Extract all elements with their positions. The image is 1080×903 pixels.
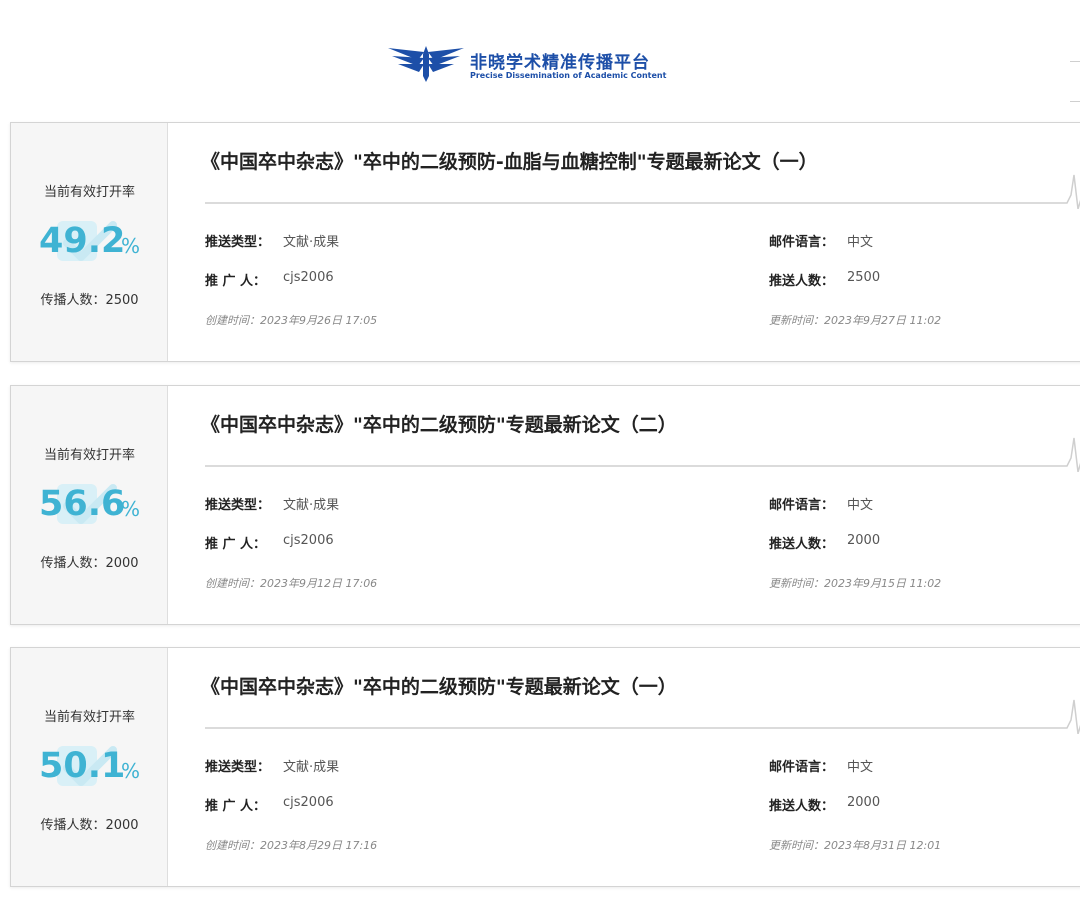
- promoter-value: cjs2006: [283, 795, 334, 810]
- open-rate-label: 当前有效打开率: [43, 185, 135, 200]
- push-type-value: 文献·成果: [283, 760, 340, 775]
- push-type-label: 推送类型：: [205, 235, 271, 250]
- wings-logo-icon: [388, 46, 464, 82]
- push-type-value: 文献·成果: [283, 235, 340, 250]
- divider: [1070, 101, 1080, 102]
- promoter-label: 推 广 人：: [205, 274, 267, 289]
- promoter-value: cjs2006: [283, 533, 334, 548]
- mail-language-label: 邮件语言：: [769, 235, 835, 250]
- created-time: 创建时间：2023年9月26日 17:05: [205, 314, 378, 327]
- updated-time: 更新时间：2023年9月27日 11:02: [769, 314, 942, 327]
- pulse-divider: [205, 699, 1080, 734]
- updated-time: 更新时间：2023年8月31日 12:01: [769, 839, 942, 852]
- mail-language-value: 中文: [847, 235, 874, 250]
- percent-sign: %: [121, 759, 141, 783]
- open-rate-panel: 当前有效打开率 56.6 % 传播人数：2000: [11, 386, 168, 624]
- push-type-label: 推送类型：: [205, 498, 271, 513]
- open-rate-label: 当前有效打开率: [43, 710, 135, 725]
- created-time: 创建时间：2023年8月29日 17:16: [205, 839, 378, 852]
- pulse-divider: [205, 174, 1080, 209]
- open-rate-label: 当前有效打开率: [43, 448, 135, 463]
- push-count-value: 2000: [847, 533, 881, 548]
- percent-sign: %: [121, 497, 141, 521]
- pulse-divider: [205, 437, 1080, 472]
- promoter-value: cjs2006: [283, 270, 334, 285]
- push-count-value: 2500: [847, 270, 881, 285]
- push-count-label: 推送人数：: [769, 799, 835, 814]
- logo-subtitle: Precise Dissemination of Academic Conten…: [470, 71, 667, 80]
- campaign-card[interactable]: 当前有效打开率 50.1 % 传播人数：2000 《中国卒中杂志》"卒中的二级预…: [10, 647, 1080, 887]
- open-rate-value: 56.6: [39, 484, 126, 524]
- mail-language-value: 中文: [847, 498, 874, 513]
- campaign-card[interactable]: 当前有效打开率 49.2 % 传播人数：2500 《中国卒中杂志》"卒中的二级预…: [10, 122, 1080, 362]
- platform-logo[interactable]: 非晓学术精准传播平台 Precise Dissemination of Acad…: [388, 44, 666, 88]
- push-count-label: 推送人数：: [769, 537, 835, 552]
- percent-sign: %: [121, 234, 141, 258]
- logo-title: 非晓学术精准传播平台: [470, 53, 650, 73]
- mail-language-label: 邮件语言：: [769, 760, 835, 775]
- push-type-label: 推送类型：: [205, 760, 271, 775]
- updated-time: 更新时间：2023年9月15日 11:02: [769, 577, 942, 590]
- open-rate-panel: 当前有效打开率 50.1 % 传播人数：2000: [11, 648, 168, 886]
- push-type-value: 文献·成果: [283, 498, 340, 513]
- open-rate-value: 49.2: [39, 221, 126, 261]
- open-rate-panel: 当前有效打开率 49.2 % 传播人数：2500: [11, 123, 168, 361]
- push-count-label: 推送人数：: [769, 274, 835, 289]
- mail-language-value: 中文: [847, 760, 874, 775]
- push-count-value: 2000: [847, 795, 881, 810]
- spread-count: 传播人数：2000: [40, 818, 139, 833]
- open-rate-value: 50.1: [39, 746, 126, 786]
- spread-count: 传播人数：2000: [40, 556, 139, 571]
- created-time: 创建时间：2023年9月12日 17:06: [205, 577, 378, 590]
- header: 非晓学术精准传播平台 Precise Dissemination of Acad…: [0, 0, 1080, 122]
- divider: [1070, 61, 1080, 62]
- spread-count: 传播人数：2500: [40, 293, 139, 308]
- promoter-label: 推 广 人：: [205, 537, 267, 552]
- promoter-label: 推 广 人：: [205, 799, 267, 814]
- mail-language-label: 邮件语言：: [769, 498, 835, 513]
- campaign-card[interactable]: 当前有效打开率 56.6 % 传播人数：2000 《中国卒中杂志》"卒中的二级预…: [10, 385, 1080, 625]
